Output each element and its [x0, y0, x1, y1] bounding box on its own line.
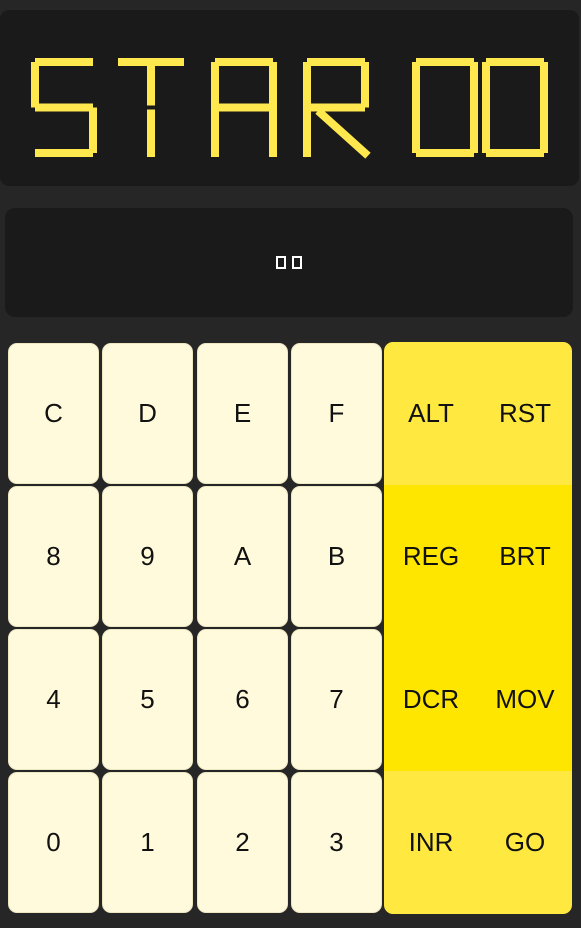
function-row: DCR MOV	[384, 628, 572, 771]
key-f[interactable]: F	[291, 343, 382, 484]
entry-display	[5, 208, 573, 317]
dcr-button[interactable]: DCR	[384, 628, 478, 771]
mov-button[interactable]: MOV	[478, 628, 572, 771]
display-glyph	[211, 58, 277, 157]
go-button[interactable]: GO	[478, 771, 572, 914]
function-row: REG BRT	[384, 485, 572, 628]
brt-button[interactable]: BRT	[478, 485, 572, 628]
key-9[interactable]: 9	[102, 486, 193, 627]
empty-digit-box	[276, 256, 286, 269]
key-5[interactable]: 5	[102, 629, 193, 770]
display-glyph	[412, 58, 478, 157]
display-segments	[31, 58, 548, 159]
key-b[interactable]: B	[291, 486, 382, 627]
function-keys-panel: ALT RST REG BRT DCR MOV INR GO	[384, 342, 572, 914]
key-6[interactable]: 6	[197, 629, 288, 770]
inr-button[interactable]: INR	[384, 771, 478, 914]
seven-segment-display	[0, 10, 579, 186]
key-d[interactable]: D	[102, 343, 193, 484]
key-0[interactable]: 0	[8, 772, 99, 913]
display-glyph	[118, 58, 184, 157]
reg-button[interactable]: REG	[384, 485, 478, 628]
key-2[interactable]: 2	[197, 772, 288, 913]
key-7[interactable]: 7	[291, 629, 382, 770]
empty-digit-box	[292, 256, 302, 269]
function-row: INR GO	[384, 771, 572, 914]
key-4[interactable]: 4	[8, 629, 99, 770]
key-1[interactable]: 1	[102, 772, 193, 913]
display-glyph	[482, 58, 548, 157]
display-glyph	[303, 58, 371, 159]
key-a[interactable]: A	[197, 486, 288, 627]
alt-button[interactable]: ALT	[384, 342, 478, 485]
key-3[interactable]: 3	[291, 772, 382, 913]
display-glyph	[31, 58, 97, 157]
rst-button[interactable]: RST	[478, 342, 572, 485]
key-8[interactable]: 8	[8, 486, 99, 627]
key-c[interactable]: C	[8, 343, 99, 484]
key-e[interactable]: E	[197, 343, 288, 484]
function-row: ALT RST	[384, 342, 572, 485]
